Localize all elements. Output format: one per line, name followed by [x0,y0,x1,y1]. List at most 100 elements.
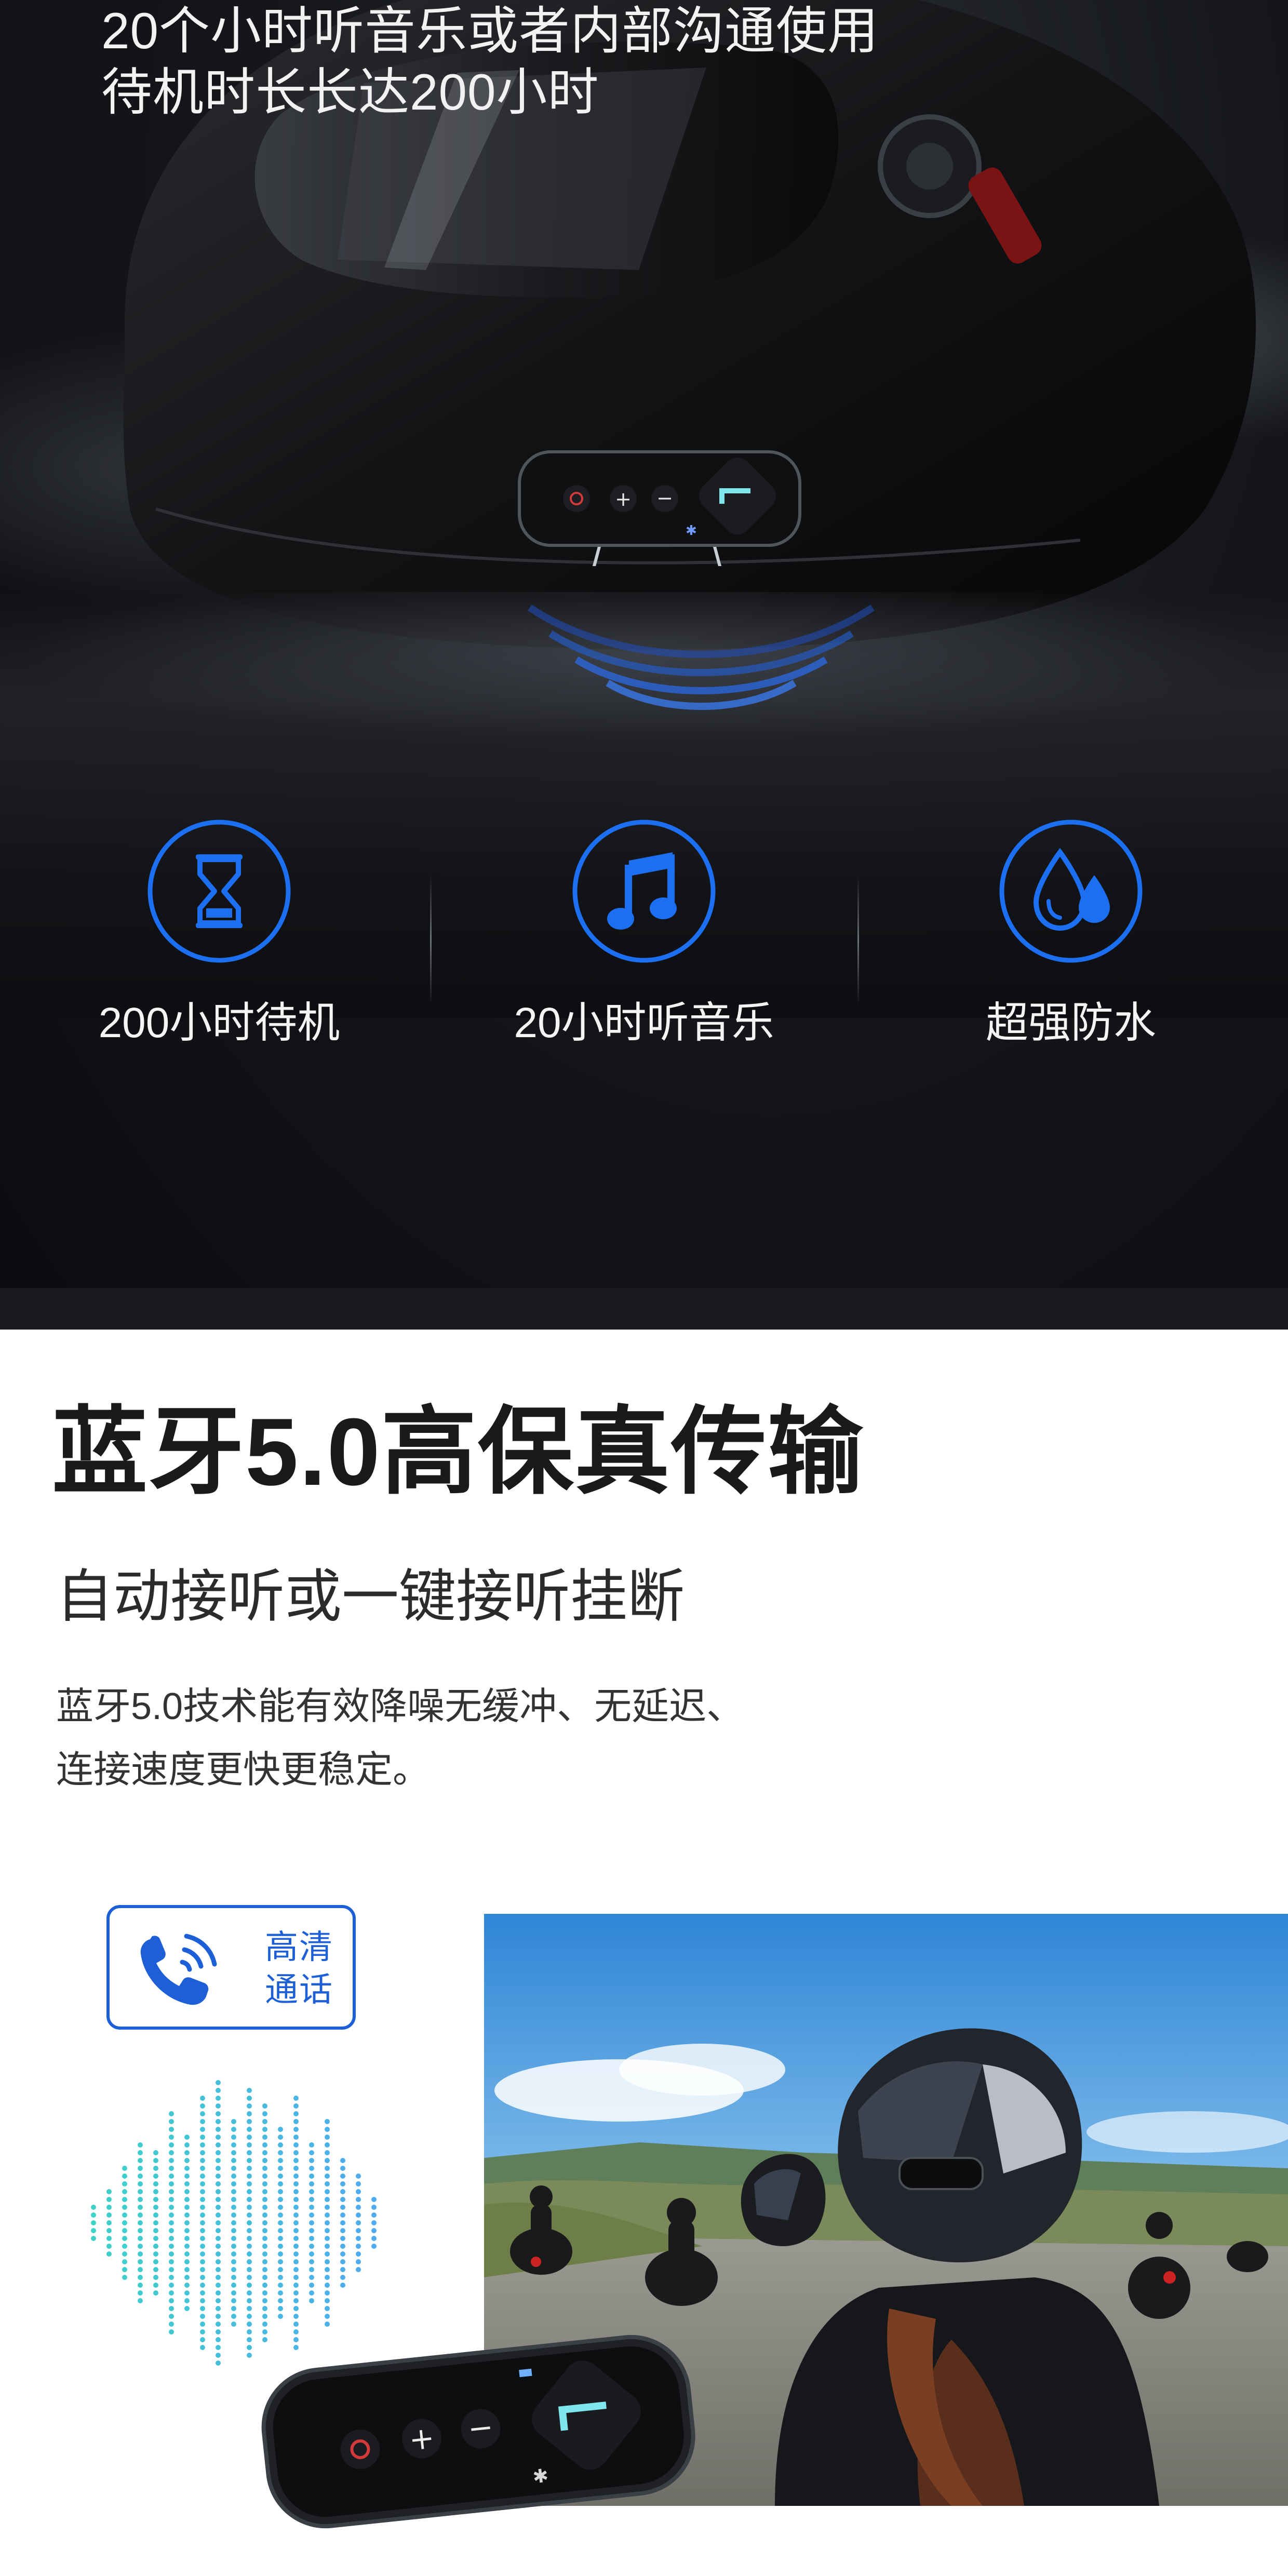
equalizer-dot [247,2337,252,2342]
equalizer-dot [200,2127,205,2132]
equalizer-dot [138,2174,143,2179]
equalizer-dot [247,2197,252,2202]
equalizer-dot [340,2259,345,2264]
equalizer-dot [278,2236,283,2241]
equalizer-dot [200,2220,205,2225]
equalizer-dot [184,2181,190,2186]
equalizer-dot [309,2158,314,2163]
equalizer-dot [216,2259,221,2264]
equalizer-dot [371,2205,377,2210]
equalizer-dot [106,2244,112,2249]
equalizer-dot [231,2189,236,2194]
equalizer-dot [325,2290,330,2296]
equalizer-dot [247,2353,252,2358]
equalizer-dot [184,2166,190,2171]
equalizer-dot [200,2181,205,2186]
equalizer-dot [231,2166,236,2171]
equalizer-dot [122,2244,127,2249]
equalizer-dot [325,2251,330,2257]
equalizer-dot [216,2236,221,2241]
equalizer-dot [293,2142,299,2148]
equalizer-dot [122,2228,127,2233]
equalizer-dot [293,2189,299,2194]
equalizer-dot [169,2267,174,2272]
equalizer-dot [309,2244,314,2249]
equalizer-dot [216,2337,221,2342]
equalizer-dot [184,2228,190,2233]
equalizer-dot [340,2275,345,2280]
equalizer-dot [325,2275,330,2280]
equalizer-dot [262,2174,267,2179]
equalizer-dot [138,2290,143,2296]
equalizer-dot [138,2275,143,2280]
equalizer-dot [200,2275,205,2280]
badge-label-line-2: 通话 [265,1971,333,2008]
equalizer-dot [184,2251,190,2257]
equalizer-dot [200,2322,205,2327]
equalizer-dot [200,2158,205,2163]
equalizer-dot [340,2174,345,2179]
equalizer-dot [262,2220,267,2225]
equalizer-dot [184,2150,190,2155]
equalizer-dot [231,2174,236,2179]
equalizer-dot [293,2174,299,2179]
equalizer-dot [91,2212,96,2218]
divider [857,875,859,1005]
equalizer-dot [247,2150,252,2155]
equalizer-dot [231,2244,236,2249]
equalizer-dot [278,2181,283,2186]
equalizer-dot [325,2150,330,2155]
equalizer-dot [200,2283,205,2288]
equalizer-dot [309,2275,314,2280]
equalizer-dot [106,2189,112,2194]
equalizer-dot [356,2181,361,2186]
equalizer-dot [247,2345,252,2350]
equalizer-dot [138,2189,143,2194]
equalizer-dot [169,2236,174,2241]
equalizer-dot [153,2212,158,2218]
equalizer-dot [247,2298,252,2303]
equalizer-dot [200,2166,205,2171]
equalizer-dot [138,2205,143,2210]
equalizer-dot [138,2298,143,2303]
equalizer-dot [216,2322,221,2327]
equalizer-dot [138,2259,143,2264]
equalizer-dot [106,2205,112,2210]
equalizer-dot [106,2236,112,2241]
equalizer-dot [184,2306,190,2311]
equalizer-dot [200,2096,205,2101]
equalizer-dot [169,2166,174,2171]
equalizer-dot [247,2244,252,2249]
equalizer-dot [325,2283,330,2288]
equalizer-dot [122,2174,127,2179]
svg-text:+: + [407,2420,436,2458]
equalizer-dot [356,2189,361,2194]
equalizer-dot [340,2251,345,2257]
equalizer-dot [216,2080,221,2085]
svg-text:+: + [615,488,632,511]
equalizer-dot [169,2298,174,2303]
equalizer-dot [200,2244,205,2249]
equalizer-dot [200,2329,205,2334]
equalizer-dot [153,2244,158,2249]
equalizer-dot [169,2189,174,2194]
equalizer-dot [122,2197,127,2202]
equalizer-dot [169,2322,174,2327]
equalizer-dot [231,2158,236,2163]
equalizer-dot [231,2267,236,2272]
equalizer-dot [184,2267,190,2272]
equalizer-dot [262,2244,267,2249]
equalizer-dot [184,2275,190,2280]
bluetooth-headset-device: + − ✱ [261,2334,695,2529]
section-title: 蓝牙5.0高保真传输 [52,1398,864,1505]
equalizer-dot [216,2290,221,2296]
equalizer-dot [153,2251,158,2257]
equalizer-dot [231,2135,236,2140]
equalizer-dot [309,2251,314,2257]
equalizer-dot [216,2088,221,2093]
equalizer-dot [325,2181,330,2186]
equalizer-dot [247,2103,252,2109]
equalizer-dot [216,2181,221,2186]
equalizer-dot [169,2228,174,2233]
equalizer-dot [278,2259,283,2264]
